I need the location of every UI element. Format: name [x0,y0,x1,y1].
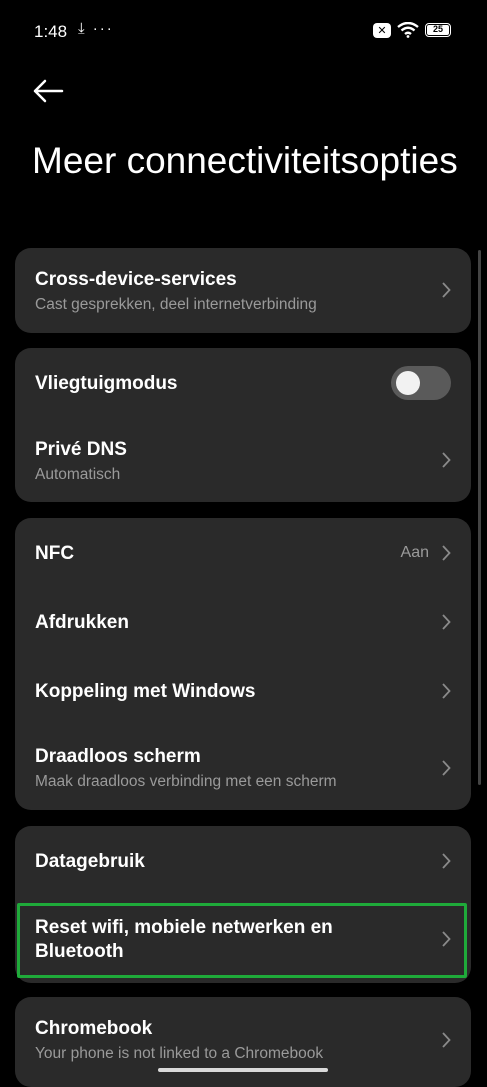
chromebook-item[interactable]: Chromebook Your phone is not linked to a… [15,997,471,1087]
card-connections: NFC Aan Afdrukken Koppeling met Windows … [15,518,471,810]
page-title: Meer connectiviteitsopties [32,140,458,181]
print-item[interactable]: Afdrukken [15,588,471,657]
airplane-mode-item[interactable]: Vliegtuigmodus [15,348,471,418]
wireless-display-title: Draadloos scherm [35,746,201,767]
cross-device-services-item[interactable]: Cross-device-services Cast gesprekken, d… [15,248,471,333]
chevron-right-icon [441,853,451,869]
cross-device-services-subtitle: Cast gesprekken, deel internetverbinding [35,296,317,313]
highlight-box [17,903,467,978]
toggle-knob [396,371,420,395]
chromebook-title: Chromebook [35,1018,153,1039]
cross-device-services-title: Cross-device-services [35,269,237,290]
status-time: 1:48 [34,22,68,41]
chevron-right-icon [441,760,451,776]
print-title: Afdrukken [35,612,129,633]
scrollbar[interactable] [478,250,481,785]
chevron-right-icon [441,614,451,630]
chevron-right-icon [441,545,451,561]
arrow-left-icon [33,79,64,103]
chevron-right-icon [441,452,451,468]
data-usage-title: Datagebruik [35,851,145,872]
private-dns-subtitle: Automatisch [35,466,121,483]
airplane-mode-title: Vliegtuigmodus [35,373,178,394]
link-to-windows-item[interactable]: Koppeling met Windows [15,657,471,726]
chevron-right-icon [441,683,451,699]
nfc-status-value: Aan [400,544,429,561]
download-notification-icons: ⤓ ··· [78,20,114,37]
card-chromebook: Chromebook Your phone is not linked to a… [15,997,471,1087]
card-network: Vliegtuigmodus Privé DNS Automatisch [15,348,471,502]
card-cross-device: Cross-device-services Cast gesprekken, d… [15,248,471,333]
private-dns-title: Privé DNS [35,439,127,460]
chevron-right-icon [441,282,451,298]
nfc-item[interactable]: NFC Aan [15,518,471,588]
link-to-windows-title: Koppeling met Windows [35,681,256,702]
back-button[interactable] [30,76,66,106]
wireless-display-subtitle: Maak draadloos verbinding met een scherm [35,773,337,790]
nfc-title: NFC [35,543,75,564]
status-indicators: ✕ 25 [373,22,451,38]
wireless-display-item[interactable]: Draadloos scherm Maak draadloos verbindi… [15,726,471,810]
status-bar: 1:48 ⤓ ··· ✕ 25 [0,0,487,62]
airplane-mode-toggle[interactable] [391,366,451,400]
battery-icon: 25 [425,23,451,37]
chromebook-subtitle: Your phone is not linked to a Chromebook [35,1045,324,1062]
data-usage-item[interactable]: Datagebruik [15,826,471,896]
home-indicator[interactable] [158,1068,328,1072]
no-signal-icon: ✕ [373,22,391,38]
private-dns-item[interactable]: Privé DNS Automatisch [15,418,471,502]
battery-level: 25 [432,24,443,34]
wifi-icon [397,22,419,38]
chevron-right-icon [441,1032,451,1048]
